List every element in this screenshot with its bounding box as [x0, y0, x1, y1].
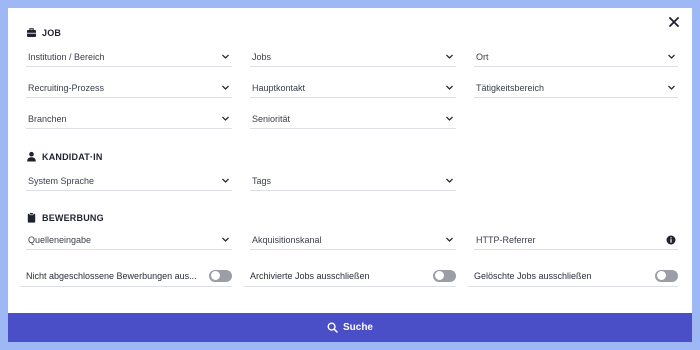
quelle-label: Quelleneingabe	[28, 234, 92, 245]
taetigkeitsbereich-select[interactable]: Tätigkeitsbereich	[474, 78, 678, 98]
toggle-row-nicht-abgeschlossen: Nicht abgeschlossene Bewerbungen aus...	[20, 265, 232, 287]
hauptkontakt-label: Hauptkontakt	[252, 82, 306, 93]
institution-label: Institution / Bereich	[28, 51, 105, 62]
senioritaet-label: Seniorität	[252, 113, 291, 124]
referrer-placeholder: HTTP-Referrer	[476, 234, 536, 245]
akquisition-label: Akquisitionskanal	[252, 234, 322, 245]
section-kandidat-heading: KANDIDAT·IN	[26, 151, 103, 162]
recruiting-label: Recruiting-Prozess	[28, 82, 105, 93]
jobs-label: Jobs	[252, 51, 272, 62]
tags-select[interactable]: Tags	[250, 171, 456, 191]
toggle-label-nicht-abgeschlossen: Nicht abgeschlossene Bewerbungen aus...	[26, 270, 197, 281]
section-bewerbung-title: BEWERBUNG	[42, 212, 104, 223]
tags-label: Tags	[252, 175, 272, 186]
http-referrer-input[interactable]: HTTP-Referrer	[474, 230, 678, 250]
toggle-knob	[656, 271, 666, 280]
section-kandidat-title: KANDIDAT·IN	[42, 151, 103, 162]
chevron-down-icon	[667, 83, 676, 92]
chevron-down-icon	[221, 114, 230, 123]
chevron-down-icon	[445, 176, 454, 185]
senioritaet-select[interactable]: Seniorität	[250, 109, 456, 129]
ort-label: Ort	[476, 51, 489, 62]
jobs-select[interactable]: Jobs	[250, 47, 456, 67]
toggle-geloeschte[interactable]	[655, 269, 678, 282]
info-icon[interactable]	[666, 235, 676, 245]
recruiting-process-select[interactable]: Recruiting-Prozess	[26, 78, 232, 98]
person-icon	[26, 151, 37, 162]
toggle-nicht-abgeschlossen[interactable]	[209, 269, 232, 282]
section-job-heading: JOB	[26, 27, 61, 38]
ort-select[interactable]: Ort	[474, 47, 678, 67]
toggle-label-archivierte: Archivierte Jobs ausschließen	[250, 270, 370, 281]
close-icon	[669, 17, 679, 27]
briefcase-icon	[26, 27, 37, 38]
chevron-down-icon	[445, 83, 454, 92]
close-button[interactable]	[666, 14, 682, 30]
chevron-down-icon	[221, 52, 230, 61]
filter-modal: JOB Institution / Bereich Jobs Ort Recru…	[8, 8, 692, 342]
chevron-down-icon	[221, 176, 230, 185]
toggle-row-archivierte: Archivierte Jobs ausschließen	[244, 265, 456, 287]
section-bewerbung-heading: BEWERBUNG	[26, 212, 104, 223]
hauptkontakt-select[interactable]: Hauptkontakt	[250, 78, 456, 98]
chevron-down-icon	[221, 235, 230, 244]
toggle-archivierte[interactable]	[433, 269, 456, 282]
sprache-label: System Sprache	[28, 175, 95, 186]
institution-select[interactable]: Institution / Bereich	[26, 47, 232, 67]
section-job-title: JOB	[42, 27, 62, 38]
search-icon	[327, 322, 338, 333]
taetigkeit-label: Tätigkeitsbereich	[476, 82, 545, 93]
toggle-knob	[434, 271, 444, 280]
search-button[interactable]: Suche	[8, 313, 692, 342]
toggle-label-geloeschte: Gelöschte Jobs ausschließen	[474, 270, 592, 281]
chevron-down-icon	[445, 52, 454, 61]
akquisitionskanal-select[interactable]: Akquisitionskanal	[250, 230, 456, 250]
search-button-label: Suche	[342, 322, 373, 333]
chevron-down-icon	[445, 114, 454, 123]
branchen-select[interactable]: Branchen	[26, 109, 232, 129]
chevron-down-icon	[445, 235, 454, 244]
chevron-down-icon	[667, 52, 676, 61]
branchen-label: Branchen	[28, 113, 67, 124]
clipboard-icon	[26, 212, 37, 223]
toggle-row-geloeschte: Gelöschte Jobs ausschließen	[468, 265, 678, 287]
chevron-down-icon	[221, 83, 230, 92]
toggle-knob	[210, 271, 220, 280]
quelleneingabe-select[interactable]: Quelleneingabe	[26, 230, 232, 250]
system-sprache-select[interactable]: System Sprache	[26, 171, 232, 191]
